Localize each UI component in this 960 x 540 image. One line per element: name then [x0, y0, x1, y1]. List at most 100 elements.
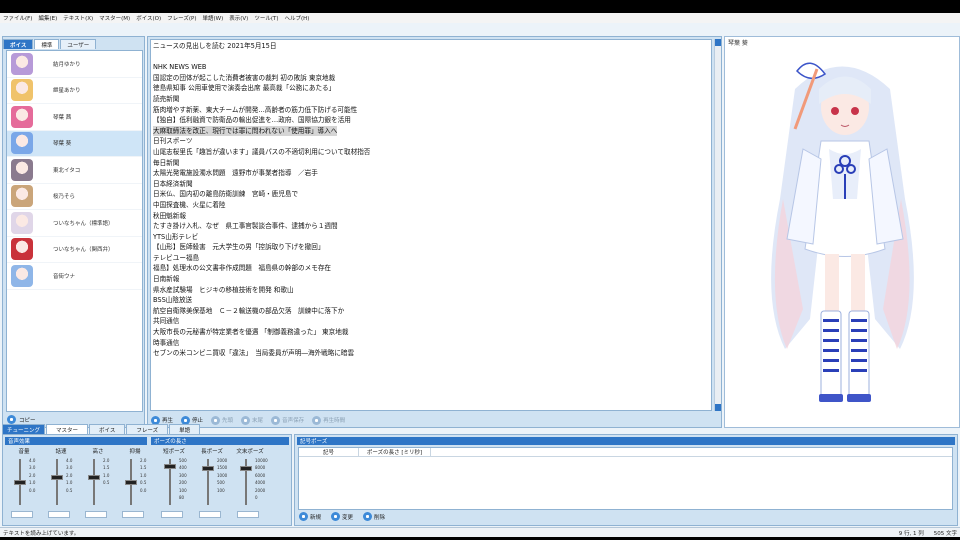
tick-label: 6000: [255, 472, 266, 478]
tick-label: 1.0: [103, 472, 110, 478]
tuning-slider[interactable]: 話速 4.0 3.0 2.0 1.0 0.5: [46, 447, 80, 518]
edit-button-label: 変更: [342, 514, 354, 521]
pause-length-header: ポーズの長さ: [151, 437, 289, 445]
tick-label: 3.0: [29, 465, 36, 471]
symbol-pause-panel: 記号ポーズ 記号 ポーズの長さ [ミリ秒] 新規 変更 削除: [294, 434, 958, 526]
slider-value-field[interactable]: [48, 511, 70, 518]
menu-item[interactable]: 単語(W): [203, 14, 224, 22]
tab-phrase[interactable]: フレーズ: [126, 424, 169, 434]
tuning-slider[interactable]: 短ポーズ 500 400 300 200 100 80: [159, 447, 193, 518]
voice-list-item[interactable]: 琴葉 葵: [7, 130, 142, 157]
slider-value-field[interactable]: [85, 511, 107, 518]
menu-item[interactable]: フレーズ(P): [167, 14, 196, 22]
slider-track[interactable]: [93, 459, 95, 505]
tick-label: 2.0: [66, 472, 73, 478]
scroll-up-icon[interactable]: [715, 39, 721, 46]
text-line: YTS山形テレビ: [153, 232, 199, 241]
menu-item[interactable]: ツール(T): [254, 14, 278, 22]
tick-label: 10000: [255, 458, 268, 463]
text-line: 中国探査機、火星に着陸: [153, 200, 226, 209]
slider-value-field[interactable]: [11, 511, 33, 518]
column-pause-length[interactable]: ポーズの長さ [ミリ秒]: [359, 448, 431, 456]
tick-label: 1.0: [66, 480, 73, 486]
voice-list: 結月ゆかり 紲星あかり琴葉 茜琴葉 葵東北イタコ 桜乃そら ついなちゃん（標準語） つい…: [6, 50, 143, 412]
slider-track[interactable]: [56, 459, 58, 505]
text-line: 山尾志桜里氏「趣旨が違います」議員パスの不適切利用について取材指否: [153, 147, 371, 156]
menu-item[interactable]: 編集(E): [38, 14, 57, 22]
voice-list-item[interactable]: 桜乃そら: [7, 184, 142, 210]
tab-master[interactable]: マスター: [46, 424, 89, 434]
voice-list-item[interactable]: 紲星あかり: [7, 78, 142, 104]
slider-thumb[interactable]: [202, 466, 214, 472]
voice-name: 音街ウナ: [53, 273, 76, 280]
menu-item[interactable]: テキスト(X): [63, 14, 93, 22]
tuning-slider[interactable]: 高さ 2.0 1.5 1.0 0.5: [83, 447, 117, 518]
tick-label: 2.0: [103, 458, 110, 463]
slider-thumb[interactable]: [14, 480, 26, 485]
slider-value-field[interactable]: [122, 511, 144, 518]
menu-item[interactable]: ファイル(F): [3, 14, 32, 22]
voice-list-item[interactable]: 結月ゆかり: [7, 51, 142, 78]
tuning-slider[interactable]: 音量 4.0 3.0 2.0 1.0 0.0: [9, 447, 43, 518]
text-line: 航空自衛隊美保基地 Ｃ－２輸送機の部品欠落 訓練中に落下か: [153, 306, 345, 315]
tuning-slider[interactable]: 文末ポーズ 10000 8000 6000 4000 2000 0: [235, 447, 269, 518]
tick-label: 4000: [255, 480, 266, 486]
tab-voice[interactable]: ボイス: [89, 424, 126, 434]
menu-item[interactable]: 表示(V): [229, 14, 248, 22]
voice-list-item[interactable]: 琴葉 茜: [7, 104, 142, 131]
voice-name: 琴葉 茜: [53, 114, 72, 121]
voice-effect-header: 音声効果: [5, 437, 147, 445]
edit-button[interactable]: 変更: [331, 512, 353, 521]
tuning-tabs: チューニング マスター ボイス フレーズ 単語: [0, 422, 960, 434]
slider-value-field[interactable]: [199, 511, 221, 518]
text-input[interactable]: ニュースの見出しを読む 2021年5月15日 NHK NEWS WEB 国認定の団…: [150, 39, 712, 411]
tab-user[interactable]: ユーザー: [60, 39, 97, 49]
menu-item[interactable]: マスター(M): [99, 14, 130, 22]
text-line: 毎日新聞: [153, 158, 180, 167]
tuning-slider[interactable]: 抑揚 2.0 1.5 1.0 0.5 0.0: [120, 447, 154, 518]
delete-button[interactable]: 削除: [363, 512, 385, 521]
master-tuning-panel: 音声効果 ポーズの長さ 音量 4.0 3.0 2.0 1.0 0.0 話速 4.0 3.0 2.0…: [2, 434, 292, 526]
tuning-slider[interactable]: 長ポーズ 2000 1500 1000 500 100: [197, 447, 231, 518]
app-window: ファイル(F) 編集(E) テキスト(X) マスター(M) ボイス(O) フレーズ(P) 単…: [0, 13, 960, 537]
slider-ticks: 4.0 3.0 2.0 1.0 0.0: [29, 457, 35, 494]
tab-standard[interactable]: 標準: [34, 39, 60, 49]
slider-thumb[interactable]: [88, 475, 100, 481]
voice-list-item[interactable]: 東北イタコ: [7, 157, 142, 184]
voice-list-item[interactable]: ついなちゃん（標準語）: [7, 210, 142, 237]
voice-list-item[interactable]: ついなちゃん（関西弁）: [7, 237, 142, 263]
tick-label: 1.5: [140, 465, 147, 471]
tick-label: 100: [179, 487, 187, 493]
scroll-down-icon[interactable]: [715, 404, 721, 411]
slider-thumb[interactable]: [125, 480, 137, 485]
slider-ticks: 10000 8000 6000 4000 2000 0: [255, 457, 268, 501]
character-panel: 琴葉 葵: [724, 36, 960, 428]
tab-word[interactable]: 単語: [169, 424, 201, 434]
new-button[interactable]: 新規: [299, 512, 321, 521]
text-line: 日南新報: [153, 275, 180, 284]
symbol-pause-table[interactable]: 記号 ポーズの長さ [ミリ秒]: [298, 447, 953, 510]
vertical-scrollbar[interactable]: [714, 39, 721, 411]
column-symbol[interactable]: 記号: [299, 448, 359, 456]
menu-item[interactable]: ボイス(O): [136, 14, 161, 22]
tick-label: 2.0: [29, 472, 36, 478]
tick-label: 2000: [217, 458, 228, 463]
voice-panel-title: ボイス: [3, 39, 34, 49]
tick-label: 1.0: [29, 480, 36, 486]
voice-list-item[interactable]: 音街ウナ: [7, 263, 142, 290]
slider-thumb[interactable]: [51, 475, 63, 481]
char-count: 505 文字: [933, 530, 957, 537]
tick-label: 0.5: [66, 487, 73, 493]
menu-item[interactable]: ヘルプ(H): [284, 14, 309, 22]
text-line: 秋田魁新報: [153, 211, 186, 220]
text-line: 日刊スポーツ: [153, 137, 193, 146]
cursor-position: 9 行, 1 列: [898, 530, 924, 537]
slider-value-field[interactable]: [161, 511, 183, 518]
text-line: 大阪市長の元秘書が特定業者を優遇 「制御義務違った」 東京地裁: [153, 328, 349, 337]
delete-icon: [363, 512, 373, 521]
slider-thumb[interactable]: [164, 463, 176, 469]
text-line: 共同通信: [153, 317, 180, 326]
slider-value-field[interactable]: [237, 511, 259, 518]
slider-thumb[interactable]: [240, 466, 252, 472]
slider-ticks: 2.0 1.5 1.0 0.5: [103, 457, 109, 487]
